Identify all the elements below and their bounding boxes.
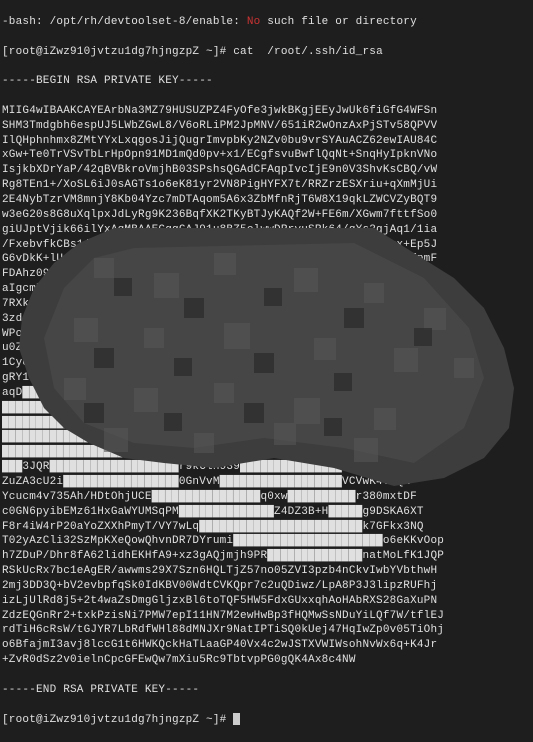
key-line: SHM3Tmdgbh6espUJ5LWbZGwL8/V6oRLiPM2JpMNV…: [2, 119, 531, 134]
key-line: 7RXkSMtlogVMG8MSR709ItxG160pa1RULBO█████…: [2, 297, 531, 312]
key-line: /FxebvfkCBs1jDgtLEhbgEp0v6Wm9J+df0mw4Jep…: [2, 238, 531, 253]
key-line: IsjkbXDrYaP/42qBVBkroVmjhB03SPshsQGAdCFA…: [2, 163, 531, 178]
key-line: h7ZDuP/Dhr8fA62lidhEKHfA9+xz3gAQjmjh9PR█…: [2, 549, 531, 564]
key-line: xGw+Te0TrVSvTbLrHpOpn91MD1mQd0pv+x1/ECgf…: [2, 148, 531, 163]
key-line: 1CyoLcnOR1██████████████████████████████…: [2, 356, 531, 371]
terminal-output[interactable]: -bash: /opt/rh/devtoolset-8/enable: No s…: [2, 0, 531, 742]
key-line: Rg8TEn1+/XoSL6iJ0sAGTs1o6eK81yr2VN8PigHY…: [2, 178, 531, 193]
key-line: RSkUcRx7bc1eAgER/awwms29X7Szn6HQLTjZ57no…: [2, 564, 531, 579]
key-line: +ZvR0dSz2v0ielnCpcGFEwQw7mXiu5Rc9TbtvpPG…: [2, 653, 531, 668]
key-line: rdTiH6cRsW/tGJYR7LbRdfWHl88dMNJXr9NatIPT…: [2, 623, 531, 638]
key-line: WPo56koG9tVb9Fv██████████████████████uZo…: [2, 327, 531, 342]
no-word: No: [247, 16, 261, 28]
key-line: giUJptVjik66ilYxAqMBAAECggGAJ91u8BZ5olww…: [2, 223, 531, 238]
prompt-line-1: [root@iZwz910jvtzu1dg7hjngzpZ ~]# cat /r…: [2, 45, 531, 60]
key-line: c0GN6pyibEMz61HxGaWYUMSqPM██████████████…: [2, 505, 531, 520]
key-line: ████████████████████████████████████████…: [2, 401, 531, 416]
key-line: gRY1WE██████████████████████████████████…: [2, 371, 531, 386]
key-line: aIgcm7DvcJAQ6VLT4i41R159PvNVRGYQchnwCo██…: [2, 282, 531, 297]
bash-error-line: -bash: /opt/rh/devtoolset-8/enable: No s…: [2, 15, 531, 30]
key-line: ZuZA3cU2i█████████████████0GnVvM████████…: [2, 475, 531, 490]
key-line: G6vDkK+lUr87f7prWvq7pX9YqCss2nGhXD60vPJG…: [2, 252, 531, 267]
key-line: u0ZTnRT5iV05d███████████████████████████…: [2, 341, 531, 356]
key-line: o6BfajmI3avj8lccG1t6HWKQckHaTLaaGP40Vx4c…: [2, 638, 531, 653]
key-line: ████████████████████████████qP8xy7██████…: [2, 445, 531, 460]
key-header: -----BEGIN RSA PRIVATE KEY-----: [2, 74, 531, 89]
cursor-block: [233, 713, 240, 725]
key-footer: -----END RSA PRIVATE KEY-----: [2, 683, 531, 698]
key-line: w3eG20s8G8uXqlpxJdLyRg9K236BqfXK2TKyBTJy…: [2, 208, 531, 223]
key-line: IlQHphnhmx8ZMtYYxLxqgosJijQugrImvpbKy2NZ…: [2, 134, 531, 149]
key-line: 2mj3DD3Q+bV2evbpfqSk0IdKBV00WdtCVKQpr7c2…: [2, 579, 531, 594]
key-line: ███3JQR███████████████████r9kCln939█████…: [2, 460, 531, 475]
key-line: T02yAzCli32SzMpKXeQowQhvnDR7DYrumi██████…: [2, 534, 531, 549]
key-line: aqD█████████████████████████████████████…: [2, 386, 531, 401]
key-line: F8r4iW4rP20aYoZXXhPmyT/VY7wLq███████████…: [2, 520, 531, 535]
key-line: MIIG4wIBAAKCAYEArbNa3MZ79HUSUZPZ4FyOfe3j…: [2, 104, 531, 119]
key-line: Ycucm4v735Ah/HDtOhjUCE████████████████q0…: [2, 490, 531, 505]
key-line: FDAhz09hRdqVFgGFtxq/FlvGM/3pKkZXesIuT60N…: [2, 267, 531, 282]
key-line: izLjUlRd8j5+2t4waZsDmgGljzxBl6toTQF5HW5F…: [2, 594, 531, 609]
key-line: ZdzEQGnRr2+txkPzisNi7PMW7epI11HN7M2ewHwB…: [2, 609, 531, 624]
key-line: ████████████████████████████████████████…: [2, 416, 531, 431]
prompt-line-2[interactable]: [root@iZwz910jvtzu1dg7hjngzpZ ~]#: [2, 713, 531, 728]
key-body: MIIG4wIBAAKCAYEArbNa3MZ79HUSUZPZ4FyOfe3j…: [2, 104, 531, 668]
key-line: 2E4NybTzrVM8mnjY8Kb04Yzc7mDTAqom5A6x3ZbM…: [2, 193, 531, 208]
key-line: ████████████████████████████████████████…: [2, 430, 531, 445]
key-line: 3zdo33dFmiyvC8S8jJP████████Fk5██████████…: [2, 312, 531, 327]
